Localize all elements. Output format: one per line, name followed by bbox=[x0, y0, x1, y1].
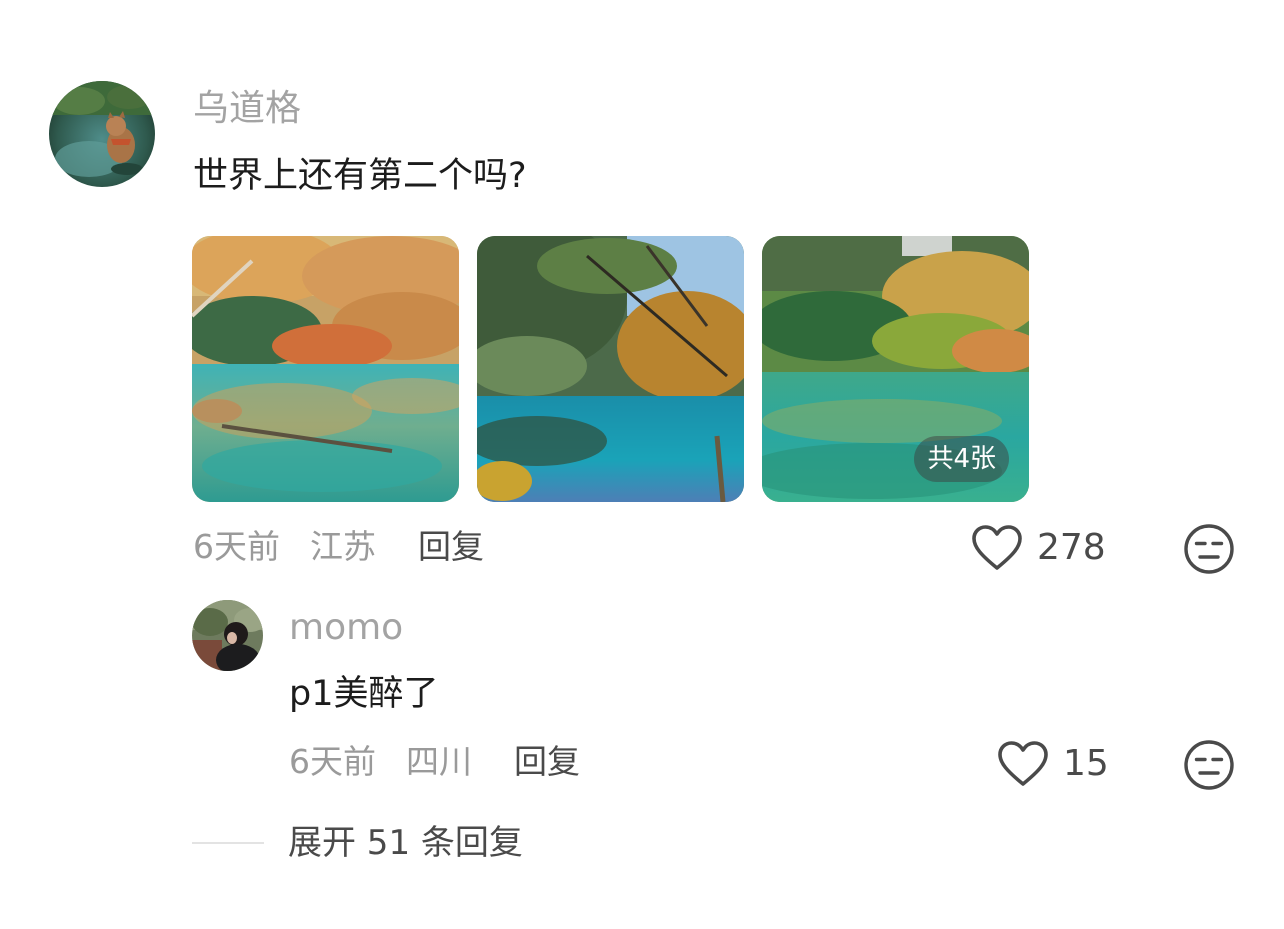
reply-time: 6天前 bbox=[289, 742, 376, 781]
comment-reaction-button[interactable] bbox=[1183, 523, 1235, 575]
comment-location: 江苏 bbox=[310, 527, 376, 566]
reply-author-avatar[interactable] bbox=[192, 600, 263, 671]
heart-outline-icon bbox=[998, 741, 1048, 786]
comment-photo-3[interactable]: 共4张 bbox=[762, 236, 1029, 502]
heart-outline-icon bbox=[972, 525, 1022, 570]
reply-location: 四川 bbox=[406, 742, 472, 781]
comment-author-avatar[interactable] bbox=[49, 81, 155, 187]
expand-divider bbox=[192, 842, 264, 844]
reply-like-button[interactable]: 15 bbox=[997, 740, 1109, 788]
comment-like-count: 278 bbox=[1037, 527, 1106, 568]
reply-reply-button[interactable]: 回复 bbox=[514, 742, 580, 782]
image-count-badge: 共4张 bbox=[914, 436, 1009, 482]
comment-photo-1[interactable] bbox=[192, 236, 459, 502]
comment-author-name[interactable]: 乌道格 bbox=[193, 87, 301, 131]
neutral-face-icon bbox=[1184, 524, 1234, 574]
reply-reaction-button[interactable] bbox=[1183, 739, 1235, 791]
comment-photo-2[interactable] bbox=[477, 236, 744, 502]
comment-text: 世界上还有第二个吗? bbox=[193, 156, 527, 196]
reply-like-count: 15 bbox=[1063, 743, 1109, 784]
neutral-face-icon bbox=[1184, 740, 1234, 790]
comment-reply-button[interactable]: 回复 bbox=[418, 527, 484, 567]
reply-author-name[interactable]: momo bbox=[289, 606, 403, 650]
comment-like-button[interactable]: 278 bbox=[971, 524, 1106, 572]
comment-time: 6天前 bbox=[193, 527, 280, 566]
reply-text: p1美醉了 bbox=[289, 674, 439, 714]
expand-replies-button[interactable]: 展开 51 条回复 bbox=[288, 822, 523, 864]
